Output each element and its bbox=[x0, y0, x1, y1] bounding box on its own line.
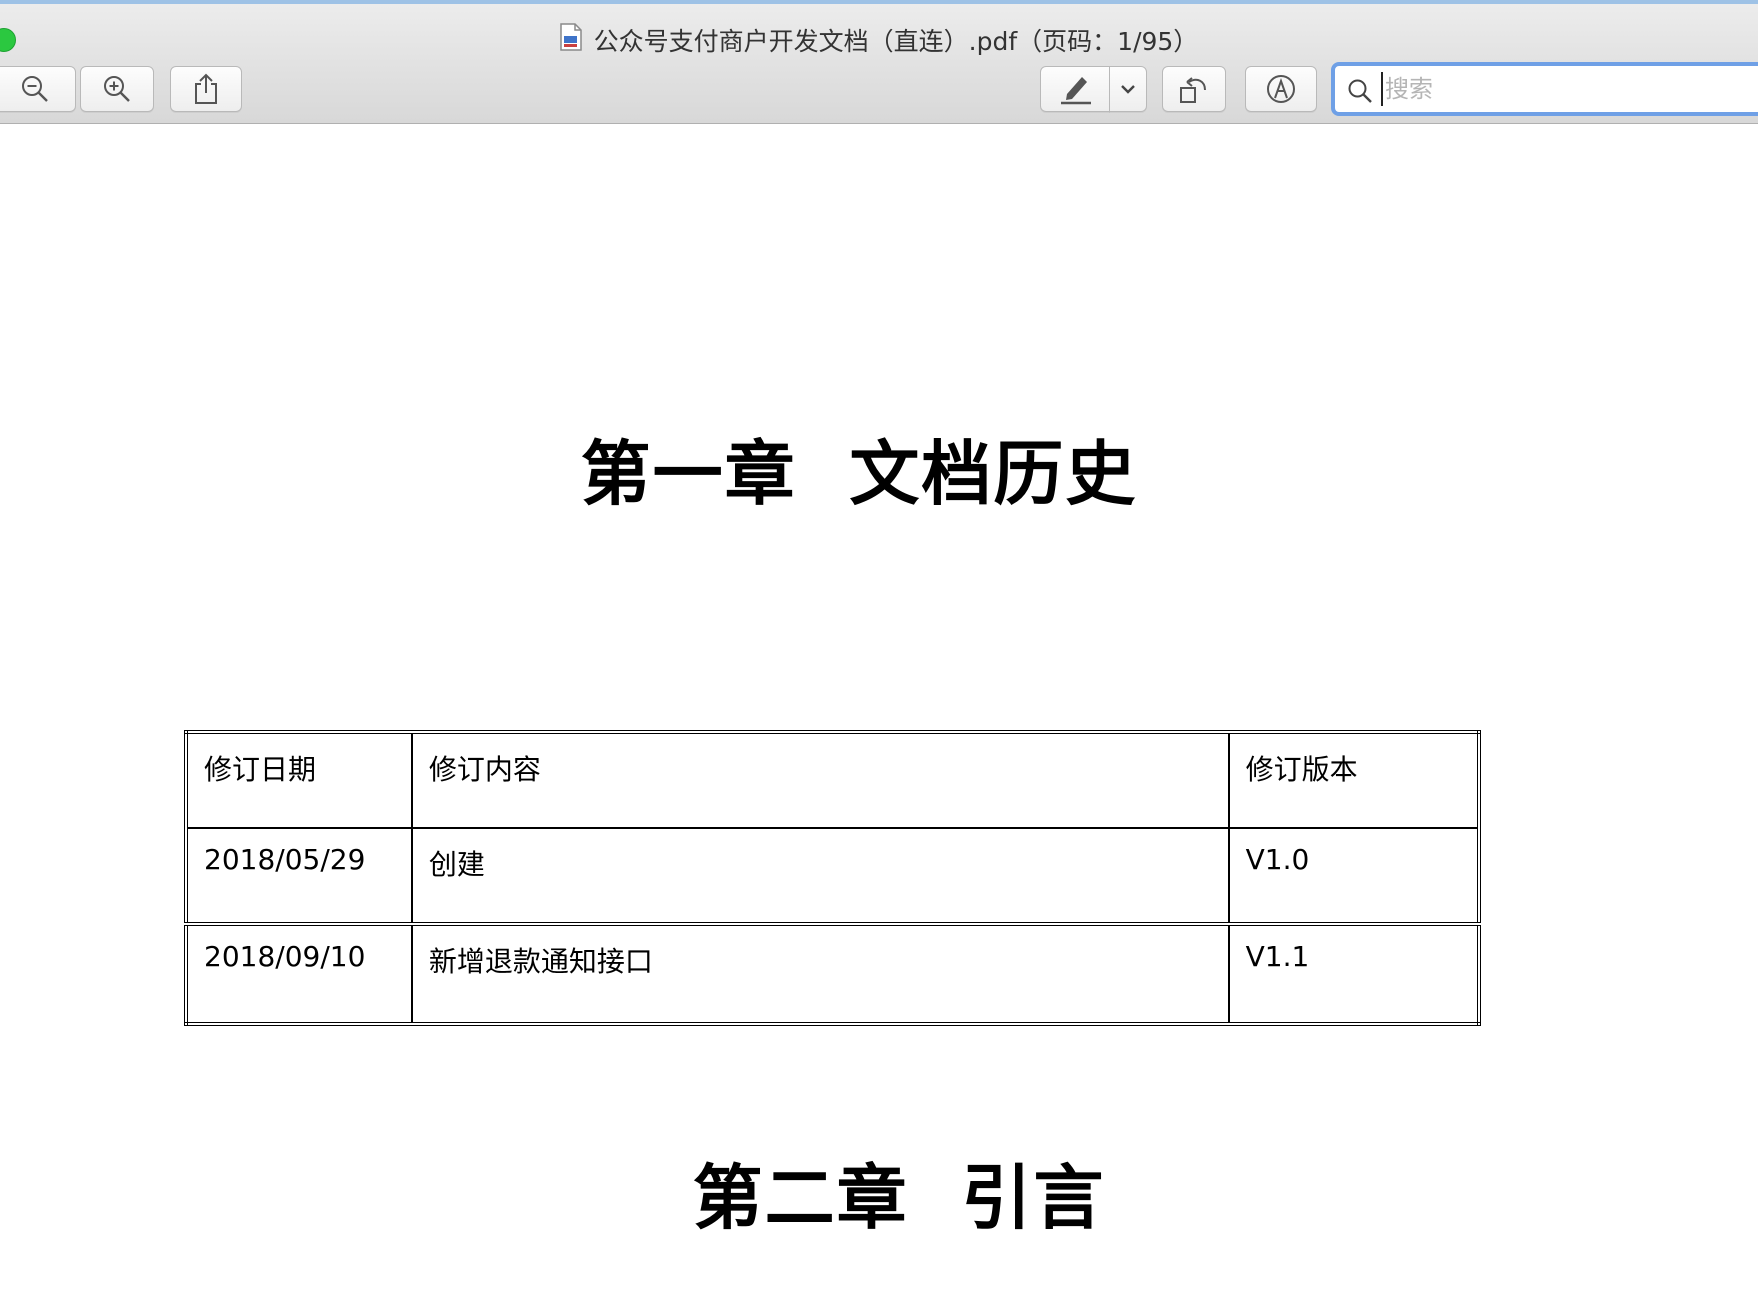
cell-version: V1.0 bbox=[1227, 827, 1481, 925]
header-revision-content: 修订内容 bbox=[410, 731, 1230, 829]
pdf-page: 第一章 文档历史 修订日期 修订内容 修订版本 2018/05/29 创建 V1… bbox=[0, 124, 1758, 1294]
cell-date: 2018/09/10 bbox=[185, 922, 413, 1025]
markup-pen-circle-icon bbox=[1264, 72, 1298, 106]
zoom-in-button[interactable] bbox=[80, 66, 154, 112]
table-row: 2018/05/29 创建 V1.0 bbox=[185, 827, 1481, 925]
search-field[interactable] bbox=[1331, 62, 1758, 116]
markup-button[interactable] bbox=[1245, 66, 1317, 112]
revision-history-table: 修订日期 修订内容 修订版本 2018/05/29 创建 V1.0 2018/0… bbox=[184, 730, 1481, 1026]
window-title: 公众号支付商户开发文档（直连）.pdf（页码：1/95） bbox=[593, 27, 1199, 56]
table-header-row: 修订日期 修订内容 修订版本 bbox=[185, 731, 1481, 829]
highlight-button[interactable] bbox=[1040, 66, 1110, 112]
cell-version: V1.1 bbox=[1227, 922, 1481, 1025]
highlight-style-dropdown[interactable] bbox=[1109, 66, 1147, 112]
chevron-down-icon bbox=[1120, 83, 1136, 95]
header-revision-version: 修订版本 bbox=[1227, 731, 1481, 829]
zoom-out-button[interactable] bbox=[0, 66, 76, 112]
share-button[interactable] bbox=[170, 66, 242, 112]
zoom-in-icon bbox=[102, 74, 132, 104]
rotate-button[interactable] bbox=[1162, 66, 1226, 112]
cell-content: 创建 bbox=[410, 827, 1230, 925]
window-title-bar: 公众号支付商户开发文档（直连）.pdf（页码：1/95） bbox=[0, 22, 1758, 58]
rotate-left-icon bbox=[1177, 73, 1211, 105]
chapter-2-heading: 第二章 引言 bbox=[692, 1157, 1106, 1239]
cell-date: 2018/05/29 bbox=[185, 827, 413, 925]
table-row: 2018/09/10 新增退款通知接口 V1.1 bbox=[185, 922, 1481, 1025]
zoom-out-icon bbox=[20, 74, 50, 104]
header-revision-date: 修订日期 bbox=[185, 731, 413, 829]
highlighter-pen-icon bbox=[1057, 72, 1093, 106]
chapter-1-heading: 第一章 文档历史 bbox=[580, 433, 1138, 515]
pdf-document-icon bbox=[559, 23, 582, 51]
cell-content: 新增退款通知接口 bbox=[410, 922, 1230, 1025]
search-input[interactable] bbox=[1381, 72, 1741, 106]
search-icon bbox=[1347, 78, 1373, 108]
share-icon bbox=[193, 73, 219, 105]
window-toolbar: 公众号支付商户开发文档（直连）.pdf（页码：1/95） bbox=[0, 0, 1758, 124]
